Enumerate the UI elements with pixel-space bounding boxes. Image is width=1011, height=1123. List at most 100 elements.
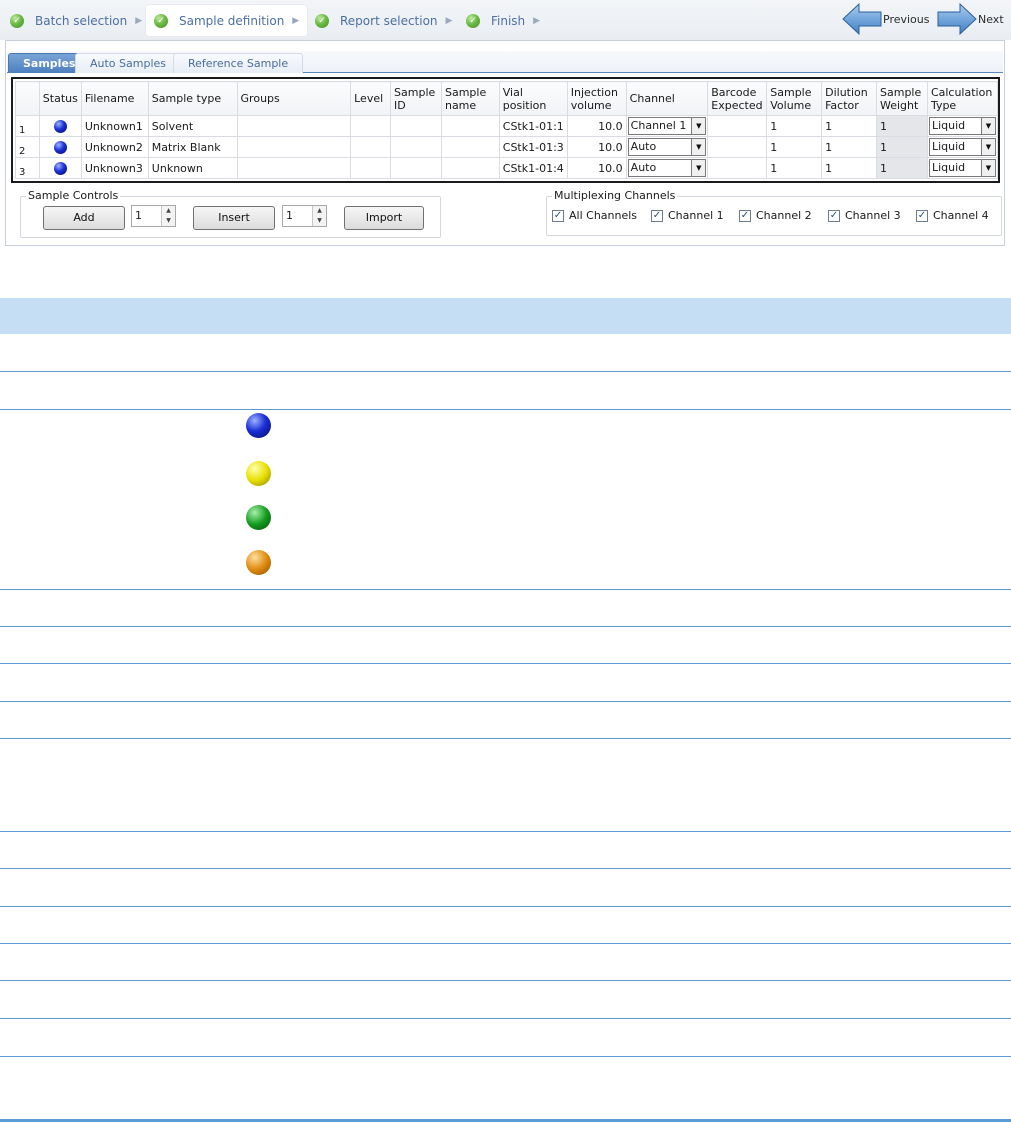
- column-header[interactable]: Status: [38, 81, 82, 116]
- checkbox-channel-1[interactable]: ✓ Channel 1: [651, 209, 724, 222]
- spin-up-icon[interactable]: ▲: [162, 206, 175, 216]
- dropdown-arrow-icon[interactable]: ▼: [691, 118, 706, 134]
- calculation-type-select[interactable]: Liquid ▼: [928, 117, 996, 135]
- dropdown-arrow-icon[interactable]: ▼: [691, 139, 706, 155]
- step-batch-selection[interactable]: ✓ Batch selection ▶: [10, 5, 142, 36]
- step-sample-definition[interactable]: ✓ Sample definition ▶: [146, 5, 308, 36]
- column-header[interactable]: Sample type: [147, 81, 238, 116]
- dilution-factor-cell[interactable]: 1: [821, 136, 877, 158]
- column-header[interactable]: Sample ID: [390, 81, 442, 116]
- insert-button[interactable]: Insert: [193, 206, 275, 230]
- filename-cell[interactable]: Unknown1: [80, 115, 149, 137]
- spinner-arrows[interactable]: ▲ ▼: [161, 206, 175, 226]
- checkbox-channel-4[interactable]: ✓ Channel 4: [916, 209, 989, 222]
- checkbox-channel-3[interactable]: ✓ Channel 3: [828, 209, 901, 222]
- add-count-spinner[interactable]: 1 ▲ ▼: [131, 205, 176, 227]
- groups-cell[interactable]: [236, 115, 352, 137]
- calculation-type-cell[interactable]: Liquid ▼: [926, 115, 999, 137]
- spin-up-icon[interactable]: ▲: [313, 206, 326, 216]
- calculation-type-select[interactable]: Liquid ▼: [928, 159, 996, 177]
- spinner-arrows[interactable]: ▲ ▼: [312, 206, 326, 226]
- sample-name-cell[interactable]: [440, 157, 500, 179]
- dropdown-arrow-icon[interactable]: ▼: [981, 118, 995, 134]
- spin-down-icon[interactable]: ▼: [162, 216, 175, 226]
- level-cell[interactable]: [350, 115, 392, 137]
- checkbox-all-channels[interactable]: ✓ All Channels: [552, 209, 637, 222]
- previous-button[interactable]: Previous: [841, 2, 930, 36]
- checkmark-icon[interactable]: ✓: [552, 209, 564, 222]
- channel-cell[interactable]: Auto ▼: [625, 157, 709, 179]
- tab-auto-samples[interactable]: Auto Samples: [75, 53, 182, 73]
- sample-id-cell[interactable]: [390, 157, 442, 179]
- barcode-expected-cell[interactable]: [707, 157, 768, 179]
- tab-reference-sample[interactable]: Reference Sample: [173, 53, 304, 73]
- calculation-type-cell[interactable]: Liquid ▼: [926, 136, 999, 158]
- next-button[interactable]: Next: [936, 2, 1004, 36]
- dropdown-arrow-icon[interactable]: ▼: [691, 160, 706, 176]
- column-header[interactable]: Calculation Type: [926, 81, 999, 116]
- channel-value: Channel 1: [630, 119, 687, 132]
- sample-volume-cell[interactable]: 1: [766, 157, 823, 179]
- vial-position-cell[interactable]: CStk1-01:3: [498, 136, 568, 158]
- checkmark-icon[interactable]: ✓: [739, 209, 751, 222]
- calculation-type-select[interactable]: Liquid ▼: [928, 138, 996, 156]
- channel-select[interactable]: Channel 1 ▼: [627, 117, 707, 135]
- checkmark-icon[interactable]: ✓: [828, 209, 840, 222]
- vial-position-cell[interactable]: CStk1-01:4: [498, 157, 568, 179]
- sample-volume-cell[interactable]: 1: [766, 115, 823, 137]
- dilution-factor-cell[interactable]: 1: [821, 115, 877, 137]
- sample-id-cell[interactable]: [390, 136, 442, 158]
- groups-cell[interactable]: [236, 136, 352, 158]
- barcode-expected-cell[interactable]: [707, 136, 768, 158]
- column-header[interactable]: Channel: [625, 81, 709, 116]
- injection-volume-cell[interactable]: 10.0: [566, 157, 627, 179]
- sample-name-cell[interactable]: [440, 136, 500, 158]
- sample-type-cell[interactable]: Unknown: [147, 157, 238, 179]
- channel-cell[interactable]: Auto ▼: [625, 136, 709, 158]
- level-cell[interactable]: [350, 157, 392, 179]
- column-header[interactable]: Sample name: [440, 81, 500, 116]
- step-finish[interactable]: ✓ Finish ▶: [466, 5, 540, 36]
- checkmark-icon[interactable]: ✓: [651, 209, 663, 222]
- sample-id-cell[interactable]: [390, 115, 442, 137]
- vial-position-cell[interactable]: CStk1-01:1: [498, 115, 568, 137]
- calculation-type-cell[interactable]: Liquid ▼: [926, 157, 999, 179]
- table-row[interactable]: 1 Unknown1 Solvent CStk1-01:1 10.0 Chann…: [15, 115, 999, 137]
- channel-select[interactable]: Auto ▼: [627, 138, 707, 156]
- column-header[interactable]: Filename: [80, 81, 149, 116]
- sample-name-cell[interactable]: [440, 115, 500, 137]
- column-header[interactable]: Groups: [236, 81, 352, 116]
- checkmark-icon[interactable]: ✓: [916, 209, 928, 222]
- insert-count-spinner[interactable]: 1 ▲ ▼: [282, 205, 327, 227]
- column-header[interactable]: Sample Weight: [876, 81, 928, 116]
- channel-select[interactable]: Auto ▼: [627, 159, 707, 177]
- row-divider: [0, 589, 1011, 590]
- injection-volume-cell[interactable]: 10.0: [566, 115, 627, 137]
- column-header[interactable]: Barcode Expected: [707, 81, 768, 116]
- column-header[interactable]: Sample Volume: [766, 81, 823, 116]
- step-report-selection[interactable]: ✓ Report selection ▶: [315, 5, 452, 36]
- sample-type-cell[interactable]: Solvent: [147, 115, 238, 137]
- spin-down-icon[interactable]: ▼: [313, 216, 326, 226]
- column-header[interactable]: Injection volume: [566, 81, 627, 116]
- level-cell[interactable]: [350, 136, 392, 158]
- barcode-expected-cell[interactable]: [707, 115, 768, 137]
- column-header[interactable]: Vial position: [498, 81, 568, 116]
- groups-cell[interactable]: [236, 157, 352, 179]
- filename-cell[interactable]: Unknown2: [80, 136, 149, 158]
- import-button[interactable]: Import: [344, 206, 424, 230]
- dropdown-arrow-icon[interactable]: ▼: [981, 160, 995, 176]
- filename-cell[interactable]: Unknown3: [80, 157, 149, 179]
- add-button[interactable]: Add: [43, 206, 125, 230]
- column-header[interactable]: Level: [350, 81, 392, 116]
- dropdown-arrow-icon[interactable]: ▼: [981, 139, 995, 155]
- dilution-factor-cell[interactable]: 1: [821, 157, 877, 179]
- sample-type-cell[interactable]: Matrix Blank: [147, 136, 238, 158]
- channel-cell[interactable]: Channel 1 ▼: [625, 115, 709, 137]
- injection-volume-cell[interactable]: 10.0: [566, 136, 627, 158]
- checkbox-channel-2[interactable]: ✓ Channel 2: [739, 209, 812, 222]
- table-row[interactable]: 2 Unknown2 Matrix Blank CStk1-01:3 10.0 …: [15, 136, 999, 158]
- table-row[interactable]: 3 Unknown3 Unknown CStk1-01:4 10.0 Auto ▼…: [15, 157, 999, 179]
- column-header[interactable]: Dilution Factor: [821, 81, 877, 116]
- sample-volume-cell[interactable]: 1: [766, 136, 823, 158]
